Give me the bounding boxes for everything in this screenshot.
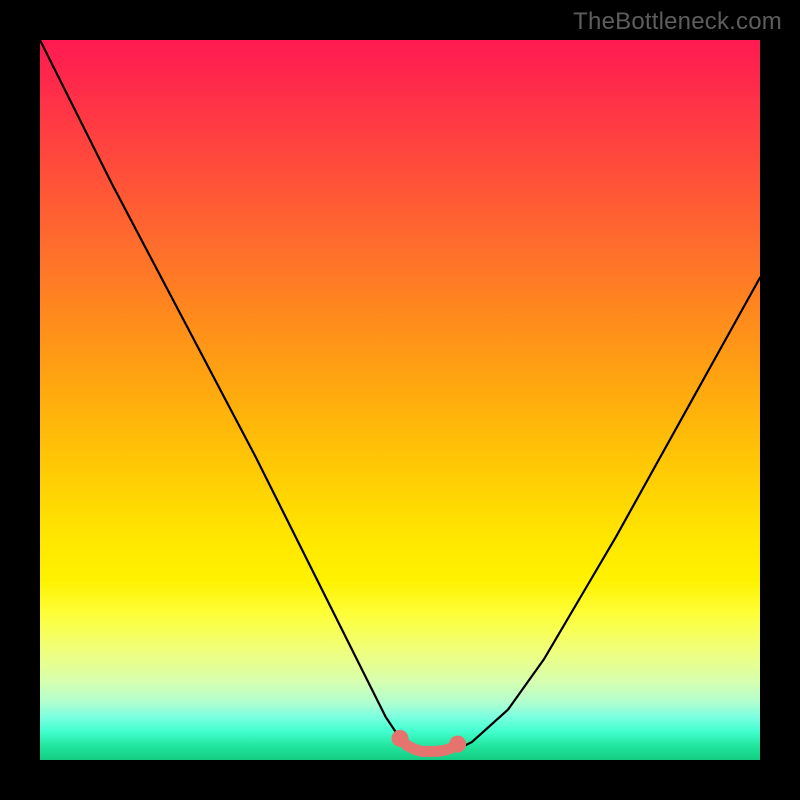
- plot-area: [40, 40, 760, 760]
- watermark-text: TheBottleneck.com: [573, 8, 782, 36]
- chart-frame: TheBottleneck.com: [0, 0, 800, 800]
- bottleneck-curve: [40, 40, 760, 751]
- curve-layer: [40, 40, 760, 760]
- marker-start-dot: [392, 730, 409, 747]
- optimal-zone-marker: [400, 738, 458, 751]
- marker-end-dot: [449, 736, 466, 753]
